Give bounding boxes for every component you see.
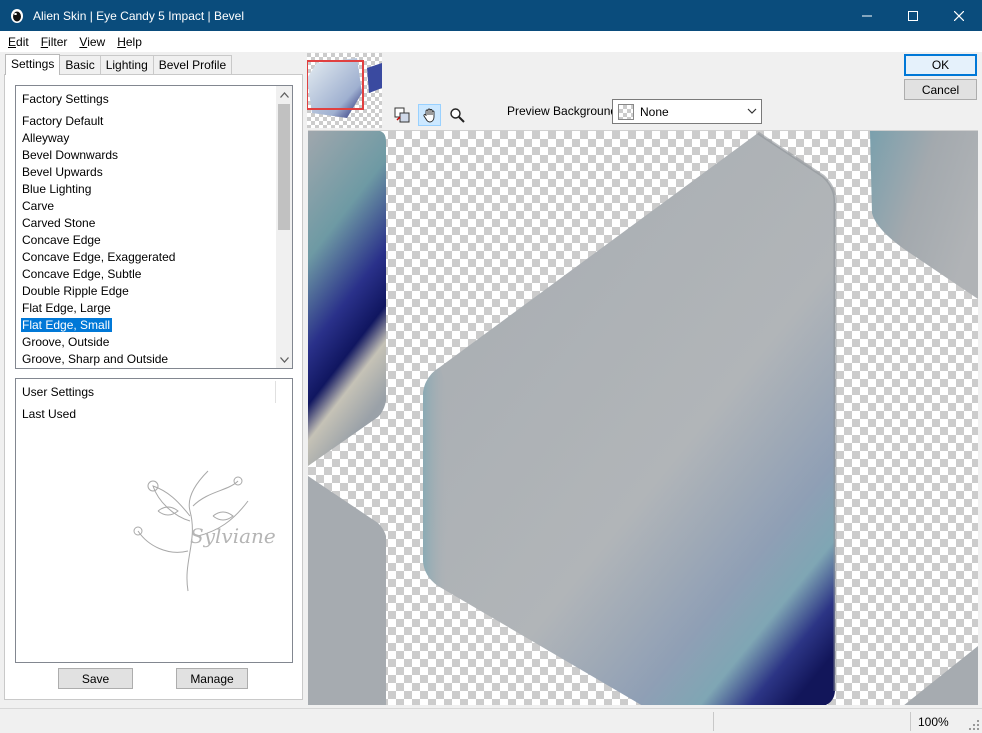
- alien-skin-app-icon: [11, 8, 23, 23]
- tab-settings[interactable]: Settings: [5, 54, 61, 75]
- list-item[interactable]: Flat Edge, Small: [19, 317, 290, 334]
- manage-button[interactable]: Manage: [176, 668, 248, 689]
- close-window-button[interactable]: [936, 0, 982, 31]
- scroll-thumb[interactable]: [278, 104, 290, 230]
- list-item[interactable]: Last Used: [20, 406, 290, 423]
- factory-settings-items: Factory Default Alleyway Bevel Downwards Be…: [19, 113, 290, 368]
- menu-view[interactable]: View: [75, 35, 109, 49]
- list-item-label: Blue Lighting: [22, 182, 92, 196]
- menu-edit[interactable]: Edit: [4, 35, 33, 49]
- window-title: Alien Skin | Eye Candy 5 Impact | Bevel: [33, 8, 245, 23]
- factory-settings-list[interactable]: Factory Settings Factory Default Alleyway…: [15, 85, 293, 369]
- menu-bar: Edit Filter View Help: [0, 31, 982, 52]
- menu-filter[interactable]: Filter: [37, 35, 72, 49]
- list-item-label: Groove, Outside: [22, 335, 110, 349]
- save-button[interactable]: Save: [58, 668, 133, 689]
- zoom-tool-button[interactable]: [445, 104, 468, 126]
- maximize-icon: [908, 10, 918, 21]
- list-item-label: Concave Edge, Subtle: [22, 267, 142, 281]
- svg-text:Sylviane: Sylviane: [190, 524, 276, 548]
- chevron-down-icon: [747, 108, 757, 114]
- preview-background-select[interactable]: None: [612, 99, 762, 124]
- list-item-label: Groove, Sharp and Outside: [22, 352, 169, 366]
- hand-pan-icon: [422, 108, 434, 123]
- minimize-button[interactable]: [844, 0, 890, 31]
- scroll-down-button[interactable]: [276, 351, 292, 368]
- list-item[interactable]: Blue Lighting: [20, 181, 290, 198]
- list-item[interactable]: Alleyway: [20, 130, 290, 147]
- maximize-button[interactable]: [890, 0, 936, 31]
- tab-lighting[interactable]: Lighting: [99, 55, 154, 74]
- status-divider: [713, 712, 714, 731]
- user-settings-items: Last Used: [20, 406, 290, 423]
- list-item[interactable]: Bevel Upwards: [20, 164, 290, 181]
- bevel-preview-image: [308, 131, 978, 705]
- menu-help-label: elp: [125, 34, 142, 49]
- settings-panel: Factory Settings Factory Default Alleyway…: [4, 74, 303, 700]
- scroll-up-button[interactable]: [276, 86, 292, 103]
- sylviane-watermark-logo: Sylviane: [133, 470, 276, 592]
- preview-compare-icon: [394, 107, 409, 123]
- preview-compare-button[interactable]: [390, 104, 413, 126]
- list-item[interactable]: Double Ripple Edge: [20, 283, 290, 300]
- minimize-icon: [862, 15, 872, 16]
- cancel-button[interactable]: Cancel: [904, 79, 977, 100]
- preview-navigator-thumbnail[interactable]: [307, 53, 382, 128]
- menu-help[interactable]: Help: [113, 35, 146, 49]
- chevron-up-icon: [279, 91, 289, 98]
- list-item[interactable]: Groove, Outside: [20, 334, 290, 351]
- navigator-preview-image: [307, 53, 382, 128]
- factory-settings-header: Factory Settings: [22, 92, 109, 106]
- list-item-label: Alleyway: [22, 131, 70, 145]
- list-item[interactable]: Concave Edge, Subtle: [20, 266, 290, 283]
- list-item[interactable]: Factory Default: [20, 113, 290, 130]
- header-divider: [275, 381, 276, 403]
- menu-filter-label: ilter: [48, 34, 68, 49]
- menu-help-accel: H: [117, 34, 126, 49]
- list-item[interactable]: Bevel Downwards: [20, 147, 290, 164]
- list-item-label: Bevel Upwards: [22, 165, 103, 179]
- list-item-label: Carve: [22, 199, 55, 213]
- tab-bevel-profile[interactable]: Bevel Profile: [152, 55, 233, 74]
- list-item-label: Flat Edge, Large: [22, 301, 111, 315]
- zoom-level: 100%: [918, 715, 949, 729]
- list-item[interactable]: Carve: [20, 198, 290, 215]
- list-item-label: Factory Default: [22, 114, 104, 128]
- factory-settings-scrollbar[interactable]: [276, 86, 292, 368]
- zoom-magnifier-icon: [449, 108, 465, 123]
- list-item-label: Flat Edge, Small: [19, 317, 114, 333]
- menu-view-label: iew: [87, 34, 106, 49]
- list-item-label: Concave Edge: [22, 233, 101, 247]
- list-item[interactable]: Groove, Sharp and Outside: [20, 351, 290, 368]
- user-settings-list[interactable]: User Settings Last Used Sylviane: [15, 378, 293, 663]
- preview-background-value: None: [640, 104, 669, 119]
- tab-basic[interactable]: Basic: [59, 55, 101, 74]
- list-item-label: Concave Edge, Exaggerated: [22, 250, 176, 264]
- status-divider: [910, 712, 911, 731]
- list-item-label: Carved Stone: [22, 216, 96, 230]
- list-item-label: Bevel Downwards: [22, 148, 119, 162]
- hand-pan-tool-button[interactable]: [418, 104, 441, 126]
- title-bar: Alien Skin | Eye Candy 5 Impact | Bevel: [0, 0, 982, 31]
- menu-edit-label: dit: [16, 34, 29, 49]
- menu-edit-accel: E: [8, 34, 17, 49]
- preview-background-label: Preview Background:: [507, 104, 621, 118]
- chevron-down-icon: [279, 356, 289, 363]
- list-item[interactable]: Carved Stone: [20, 215, 290, 232]
- list-item[interactable]: Flat Edge, Large: [20, 300, 290, 317]
- resize-grip-icon[interactable]: [969, 720, 979, 730]
- close-icon: [954, 10, 964, 21]
- effect-preview-canvas[interactable]: [308, 130, 978, 705]
- user-settings-header: User Settings: [22, 385, 95, 399]
- menu-filter-accel: F: [40, 34, 49, 49]
- transparency-swatch-icon: [618, 103, 634, 120]
- settings-tab-strip: Settings Basic Lighting Bevel Profile: [5, 54, 233, 75]
- status-bar: 100%: [0, 708, 982, 733]
- list-item[interactable]: Concave Edge: [20, 232, 290, 249]
- list-item-label: Double Ripple Edge: [22, 284, 129, 298]
- list-item[interactable]: Concave Edge, Exaggerated: [20, 249, 290, 266]
- ok-button[interactable]: OK: [904, 54, 977, 76]
